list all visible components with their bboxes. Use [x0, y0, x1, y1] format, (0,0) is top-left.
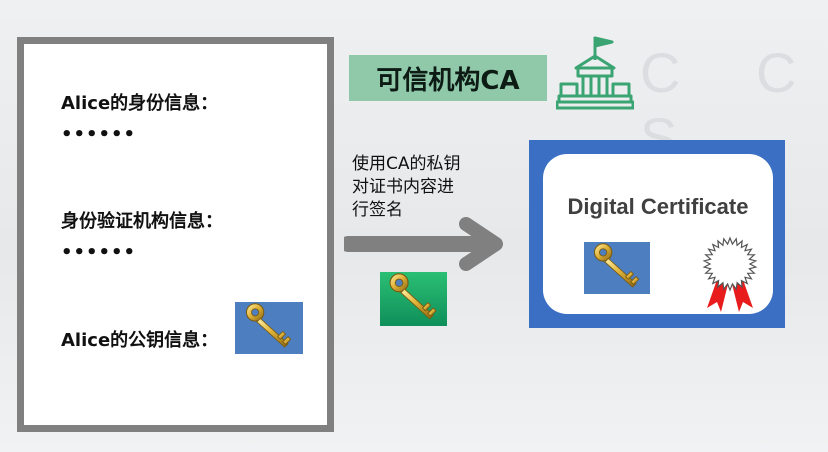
public-key-icon — [235, 302, 303, 354]
pubkey-label: Alice的公钥信息： — [61, 330, 219, 351]
signing-arrow-icon — [344, 217, 503, 271]
digital-certificate: Digital Certificate — [529, 140, 785, 328]
government-building-icon — [556, 36, 634, 110]
certificate-card: Digital Certificate — [543, 154, 773, 314]
identity-dots: •••••• — [61, 124, 137, 145]
certificate-content-panel: Alice的身份信息： •••••• 身份验证机构信息： •••••• Alic… — [17, 37, 334, 432]
award-seal-icon — [702, 236, 758, 312]
private-key-icon — [380, 272, 447, 326]
trusted-ca-label: 可信机构CA — [349, 55, 547, 101]
caption-line-2: 对证书内容进 — [352, 177, 454, 197]
identity-label: Alice的身份信息： — [61, 93, 219, 114]
certificate-title: Digital Certificate — [567, 194, 749, 219]
signing-caption: 使用CA的私钥 对证书内容进 行签名 — [352, 153, 502, 222]
caption-line-1: 使用CA的私钥 — [352, 154, 461, 174]
certificate-key-icon — [584, 242, 650, 294]
authority-label: 身份验证机构信息： — [61, 211, 223, 232]
authority-dots: •••••• — [61, 242, 137, 263]
